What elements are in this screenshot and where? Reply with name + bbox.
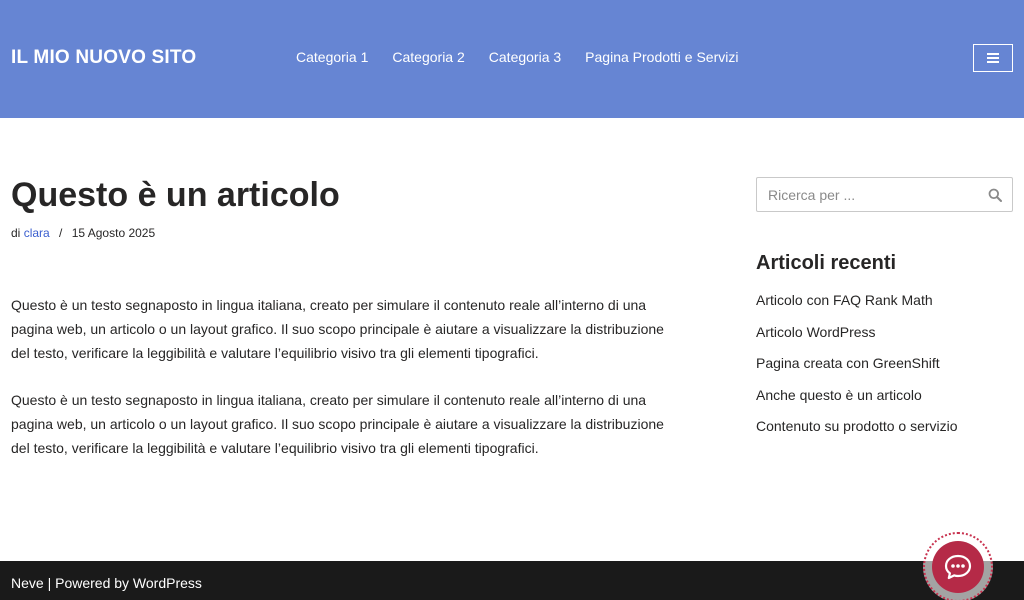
recent-post-link[interactable]: Contenuto su prodotto o servizio — [756, 418, 958, 434]
list-item: Articolo WordPress — [756, 324, 958, 356]
nav-item-categoria-2[interactable]: Categoria 2 — [392, 49, 464, 65]
list-item: Contenuto su prodotto o servizio — [756, 418, 958, 450]
chat-bubble-icon — [944, 554, 972, 580]
recent-post-link[interactable]: Anche questo è un articolo — [756, 387, 922, 403]
recent-post-link[interactable]: Articolo WordPress — [756, 324, 876, 340]
menu-toggle-button[interactable] — [973, 44, 1013, 72]
nav-item-categoria-1[interactable]: Categoria 1 — [296, 49, 368, 65]
search-input[interactable] — [757, 178, 977, 211]
search-form — [756, 177, 1013, 212]
list-item: Pagina creata con GreenShift — [756, 355, 958, 387]
post-paragraph: Questo è un testo segnaposto in lingua i… — [11, 297, 664, 361]
nav-item-prodotti-servizi[interactable]: Pagina Prodotti e Servizi — [585, 49, 738, 65]
nav-item-categoria-3[interactable]: Categoria 3 — [489, 49, 561, 65]
recent-post-link[interactable]: Articolo con FAQ Rank Math — [756, 292, 933, 308]
site-header: IL MIO NUOVO SITO Categoria 1 Categoria … — [0, 0, 1024, 118]
post-meta: di clara / 15 Agosto 2025 — [11, 226, 155, 240]
chat-launcher-button[interactable] — [923, 532, 993, 600]
post-title: Questo è un articolo — [11, 176, 340, 214]
author-link[interactable]: clara — [24, 226, 50, 240]
theme-link[interactable]: Neve — [11, 575, 44, 591]
meta-prefix: di — [11, 226, 21, 240]
chat-launcher-inner — [932, 541, 984, 593]
powered-by-link[interactable]: Powered by WordPress — [55, 575, 202, 591]
search-icon[interactable] — [988, 188, 1002, 202]
footer-separator: | — [43, 575, 56, 591]
hamburger-icon — [987, 53, 999, 63]
site-footer: Neve | Powered by WordPress — [0, 561, 1024, 600]
post-paragraph: Questo è un testo segnaposto in lingua i… — [11, 392, 664, 456]
recent-posts-title: Articoli recenti — [756, 252, 897, 274]
recent-post-link[interactable]: Pagina creata con GreenShift — [756, 355, 940, 371]
list-item: Articolo con FAQ Rank Math — [756, 292, 958, 324]
site-title[interactable]: IL MIO NUOVO SITO — [11, 47, 196, 69]
list-item: Anche questo è un articolo — [756, 387, 958, 419]
meta-separator: / — [59, 226, 63, 240]
footer-credits: Neve | Powered by WordPress — [11, 575, 202, 591]
recent-posts-list: Articolo con FAQ Rank Math Articolo Word… — [756, 292, 958, 450]
primary-nav: Categoria 1 Categoria 2 Categoria 3 Pagi… — [296, 49, 762, 65]
post-date: 15 Agosto 2025 — [71, 226, 156, 240]
